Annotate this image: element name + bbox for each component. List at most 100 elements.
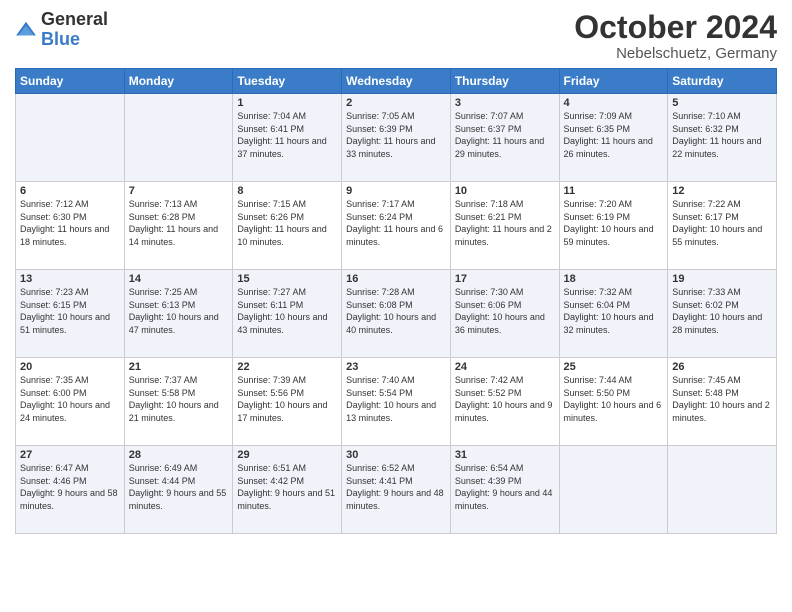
day-info: Sunrise: 7:13 AMSunset: 6:28 PMDaylight:…	[129, 199, 218, 247]
day-cell: 12 Sunrise: 7:22 AMSunset: 6:17 PMDayligh…	[668, 182, 777, 270]
day-number: 17	[455, 273, 555, 285]
day-cell: 11Sunrise: 7:20 AMSunset: 6:19 PMDayligh…	[559, 182, 668, 270]
day-cell: 1 Sunrise: 7:04 AMSunset: 6:41 PMDaylight…	[233, 94, 342, 182]
day-cell: 16Sunrise: 7:28 AMSunset: 6:08 PMDayligh…	[342, 270, 451, 358]
day-number: 1	[237, 97, 337, 109]
day-info: Sunrise: 7:45 AMSunset: 5:48 PMDaylight:…	[672, 375, 770, 423]
day-cell: 6 Sunrise: 7:12 AMSunset: 6:30 PMDaylight…	[16, 182, 125, 270]
month-title: October 2024	[574, 10, 777, 45]
day-info: Sunrise: 7:27 AMSunset: 6:11 PMDaylight:…	[237, 287, 327, 335]
day-number: 23	[346, 361, 446, 373]
day-info: Sunrise: 6:52 AMSunset: 4:41 PMDaylight:…	[346, 463, 444, 511]
day-cell: 15 Sunrise: 7:27 AMSunset: 6:11 PMDayligh…	[233, 270, 342, 358]
logo-general: General	[41, 9, 108, 29]
day-cell: 17 Sunrise: 7:30 AMSunset: 6:06 PMDayligh…	[450, 270, 559, 358]
day-info: Sunrise: 7:28 AMSunset: 6:08 PMDaylight:…	[346, 287, 436, 335]
day-info: Sunrise: 7:37 AMSunset: 5:58 PMDaylight:…	[129, 375, 219, 423]
day-number: 25	[564, 361, 664, 373]
day-number: 9	[346, 185, 446, 197]
day-cell: 24 Sunrise: 7:42 AMSunset: 5:52 PMDayligh…	[450, 358, 559, 446]
day-number: 10	[455, 185, 555, 197]
title-block: October 2024 Nebelschuetz, Germany	[574, 10, 777, 62]
day-cell: 2 Sunrise: 7:05 AMSunset: 6:39 PMDaylight…	[342, 94, 451, 182]
logo-icon	[15, 19, 37, 41]
day-number: 24	[455, 361, 555, 373]
day-info: Sunrise: 7:40 AMSunset: 5:54 PMDaylight:…	[346, 375, 436, 423]
col-friday: Friday	[559, 69, 668, 94]
day-cell: 13 Sunrise: 7:23 AMSunset: 6:15 PMDayligh…	[16, 270, 125, 358]
week-row-4: 27 Sunrise: 6:47 AMSunset: 4:46 PMDayligh…	[16, 446, 777, 534]
day-cell: 18Sunrise: 7:32 AMSunset: 6:04 PMDayligh…	[559, 270, 668, 358]
day-number: 19	[672, 273, 772, 285]
day-cell: 27 Sunrise: 6:47 AMSunset: 4:46 PMDayligh…	[16, 446, 125, 534]
day-info: Sunrise: 7:44 AMSunset: 5:50 PMDaylight:…	[564, 375, 662, 423]
day-number: 4	[564, 97, 664, 109]
day-cell: 20Sunrise: 7:35 AMSunset: 6:00 PMDayligh…	[16, 358, 125, 446]
header-row: Sunday Monday Tuesday Wednesday Thursday…	[16, 69, 777, 94]
day-number: 13	[20, 273, 120, 285]
day-info: Sunrise: 6:47 AMSunset: 4:46 PMDaylight:…	[20, 463, 118, 511]
day-info: Sunrise: 7:23 AMSunset: 6:15 PMDaylight:…	[20, 287, 110, 335]
col-sunday: Sunday	[16, 69, 125, 94]
day-info: Sunrise: 7:15 AMSunset: 6:26 PMDaylight:…	[237, 199, 326, 247]
day-cell: 5Sunrise: 7:10 AMSunset: 6:32 PMDaylight…	[668, 94, 777, 182]
day-number: 6	[20, 185, 120, 197]
day-number: 14	[129, 273, 229, 285]
day-cell	[124, 94, 233, 182]
day-info: Sunrise: 7:22 AMSunset: 6:17 PMDaylight:…	[672, 199, 762, 247]
day-cell: 30 Sunrise: 6:52 AMSunset: 4:41 PMDayligh…	[342, 446, 451, 534]
day-number: 3	[455, 97, 555, 109]
day-number: 27	[20, 449, 120, 461]
header: General Blue October 2024 Nebelschuetz, …	[15, 10, 777, 62]
day-number: 5	[672, 97, 772, 109]
col-tuesday: Tuesday	[233, 69, 342, 94]
calendar-header: Sunday Monday Tuesday Wednesday Thursday…	[16, 69, 777, 94]
day-info: Sunrise: 7:39 AMSunset: 5:56 PMDaylight:…	[237, 375, 327, 423]
day-info: Sunrise: 7:17 AMSunset: 6:24 PMDaylight:…	[346, 199, 443, 247]
day-cell: 19 Sunrise: 7:33 AMSunset: 6:02 PMDayligh…	[668, 270, 777, 358]
day-number: 7	[129, 185, 229, 197]
col-monday: Monday	[124, 69, 233, 94]
day-info: Sunrise: 6:54 AMSunset: 4:39 PMDaylight:…	[455, 463, 553, 511]
day-info: Sunrise: 7:30 AMSunset: 6:06 PMDaylight:…	[455, 287, 545, 335]
week-row-0: 1 Sunrise: 7:04 AMSunset: 6:41 PMDaylight…	[16, 94, 777, 182]
day-cell: 4Sunrise: 7:09 AMSunset: 6:35 PMDaylight…	[559, 94, 668, 182]
day-cell: 14Sunrise: 7:25 AMSunset: 6:13 PMDayligh…	[124, 270, 233, 358]
day-number: 26	[672, 361, 772, 373]
day-cell: 8Sunrise: 7:15 AMSunset: 6:26 PMDaylight…	[233, 182, 342, 270]
col-thursday: Thursday	[450, 69, 559, 94]
week-row-1: 6 Sunrise: 7:12 AMSunset: 6:30 PMDaylight…	[16, 182, 777, 270]
logo: General Blue	[15, 10, 108, 50]
day-number: 12	[672, 185, 772, 197]
day-cell: 3Sunrise: 7:07 AMSunset: 6:37 PMDaylight…	[450, 94, 559, 182]
day-info: Sunrise: 7:04 AMSunset: 6:41 PMDaylight:…	[237, 111, 326, 159]
day-cell: 31 Sunrise: 6:54 AMSunset: 4:39 PMDayligh…	[450, 446, 559, 534]
day-cell: 9 Sunrise: 7:17 AMSunset: 6:24 PMDaylight…	[342, 182, 451, 270]
week-row-3: 20Sunrise: 7:35 AMSunset: 6:00 PMDayligh…	[16, 358, 777, 446]
day-cell: 25 Sunrise: 7:44 AMSunset: 5:50 PMDayligh…	[559, 358, 668, 446]
day-info: Sunrise: 6:51 AMSunset: 4:42 PMDaylight:…	[237, 463, 335, 511]
day-info: Sunrise: 7:33 AMSunset: 6:02 PMDaylight:…	[672, 287, 762, 335]
day-number: 20	[20, 361, 120, 373]
day-cell	[16, 94, 125, 182]
day-cell: 22Sunrise: 7:39 AMSunset: 5:56 PMDayligh…	[233, 358, 342, 446]
day-number: 11	[564, 185, 664, 197]
page: General Blue October 2024 Nebelschuetz, …	[0, 0, 792, 612]
col-wednesday: Wednesday	[342, 69, 451, 94]
day-info: Sunrise: 7:42 AMSunset: 5:52 PMDaylight:…	[455, 375, 553, 423]
day-number: 31	[455, 449, 555, 461]
day-number: 2	[346, 97, 446, 109]
day-number: 21	[129, 361, 229, 373]
calendar-body: 1 Sunrise: 7:04 AMSunset: 6:41 PMDaylight…	[16, 94, 777, 534]
day-info: Sunrise: 7:05 AMSunset: 6:39 PMDaylight:…	[346, 111, 435, 159]
col-saturday: Saturday	[668, 69, 777, 94]
day-cell: 26 Sunrise: 7:45 AMSunset: 5:48 PMDayligh…	[668, 358, 777, 446]
day-number: 29	[237, 449, 337, 461]
day-cell	[668, 446, 777, 534]
location-title: Nebelschuetz, Germany	[574, 45, 777, 62]
day-info: Sunrise: 7:12 AMSunset: 6:30 PMDaylight:…	[20, 199, 109, 247]
day-number: 18	[564, 273, 664, 285]
day-number: 30	[346, 449, 446, 461]
day-number: 15	[237, 273, 337, 285]
day-info: Sunrise: 7:18 AMSunset: 6:21 PMDaylight:…	[455, 199, 552, 247]
